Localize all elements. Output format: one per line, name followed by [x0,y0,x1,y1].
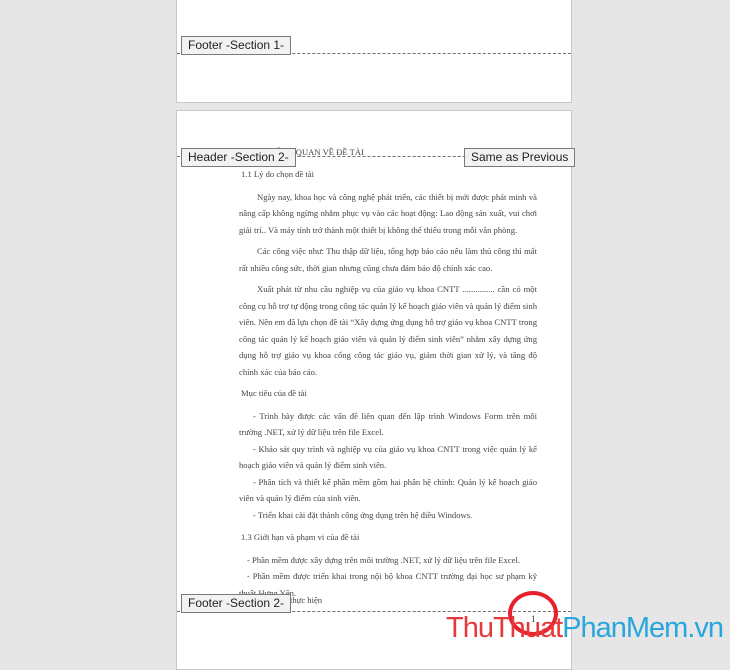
bullet-item: - Khảo sát quy trình và nghiệp vụ của gi… [239,443,537,471]
bullet-item: - Phần mềm được xây dựng trên môi trường… [247,554,521,565]
watermark-part-c: .vn [687,612,724,644]
same-as-previous-tag[interactable]: Same as Previous [464,148,576,167]
document-page-2: ỔNG QUAN VỀ ĐỀ TÀI Header -Section 2- Sa… [176,110,576,670]
bullet-item: - Phân tích và thiết kế phần mềm gồm hai… [239,476,537,504]
watermark-logo: ThuThuatPhanMem.vn [446,610,724,646]
watermark-part-b: PhanMem [562,612,688,644]
bullet-item: - Trình bày được các vấn đề liên quan đế… [239,410,537,438]
footer-section-2-tag[interactable]: Footer -Section 2- [181,594,292,613]
footer-partial-text: thực hiện [290,595,323,605]
body-paragraph: Ngày nay, khoa học và công nghệ phát tri… [239,191,537,235]
watermark-part-a: ThuThuat [446,612,563,644]
section-heading: Mục tiêu của đề tài [241,388,307,398]
body-paragraph: Xuất phát từ nhu cầu nghiệp vụ của giáo … [239,284,537,377]
document-body[interactable]: 1.1 Lý do chọn đề tài Ngày nay, khoa học… [239,166,537,601]
body-paragraph: Các công việc như: Thu thập dữ liệu, tổn… [239,246,537,273]
document-page-1: Footer -Section 1- [176,0,572,103]
section-heading: 1.1 Lý do chọn đề tài [241,169,315,179]
bullet-item: - Triển khai cài đặt thành công ứng dụng… [253,509,473,520]
header-section-2-tag[interactable]: Header -Section 2- [181,148,296,167]
section-heading: 1.3 Giới hạn và phạm vi của đề tài [241,532,360,542]
footer-section-1-tag[interactable]: Footer -Section 1- [181,36,292,55]
